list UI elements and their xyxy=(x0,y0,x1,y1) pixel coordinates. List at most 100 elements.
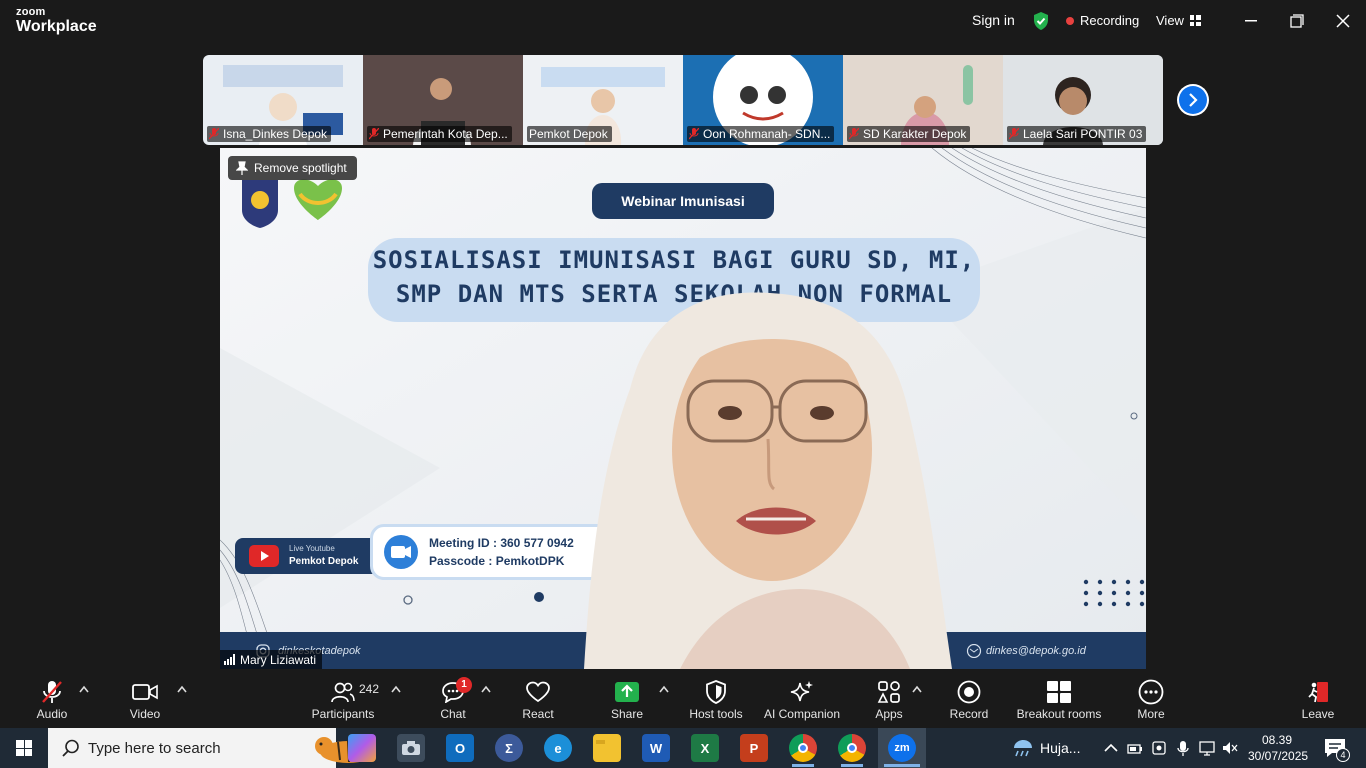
apps-button[interactable]: Apps xyxy=(864,671,914,728)
speaker-figure xyxy=(584,292,952,669)
taskbar-clock[interactable]: 08.39 30/07/2025 xyxy=(1248,732,1308,764)
host-tools-label: Host tools xyxy=(689,707,743,721)
taskbar-chrome-icon[interactable] xyxy=(838,734,866,762)
search-placeholder: Type here to search xyxy=(88,740,221,757)
remove-spotlight-label: Remove spotlight xyxy=(254,161,347,175)
mic-muted-icon xyxy=(689,128,699,140)
breakout-rooms-button[interactable]: Breakout rooms xyxy=(1012,671,1106,728)
participants-button[interactable]: Participants xyxy=(305,671,381,728)
thumbnail-name-tag: SD Karakter Depok xyxy=(847,126,971,142)
microphone-in-use-icon[interactable] xyxy=(1175,740,1191,756)
audio-options-caret-icon[interactable] xyxy=(79,685,89,693)
ai-companion-label: AI Companion xyxy=(763,707,841,721)
windows-start-icon[interactable] xyxy=(16,740,32,756)
chat-options-caret-icon[interactable] xyxy=(481,685,491,693)
notification-center-button[interactable]: 4 xyxy=(1324,738,1350,762)
record-button[interactable]: Record xyxy=(944,671,994,728)
restore-icon xyxy=(1290,14,1304,28)
tray-expand-chevron-icon[interactable] xyxy=(1103,740,1119,756)
participant-thumbnail[interactable]: Isna_Dinkes Depok xyxy=(203,55,363,145)
more-button[interactable]: More xyxy=(1126,671,1176,728)
windows-taskbar: Type here to search O Σ e W X P zm Huja.… xyxy=(0,728,1366,768)
apps-label: Apps xyxy=(875,707,903,721)
taskbar-file-explorer-icon[interactable] xyxy=(593,734,621,762)
taskbar-camera-icon[interactable] xyxy=(397,734,425,762)
mic-muted-icon xyxy=(42,681,62,703)
participants-label: Participants xyxy=(311,707,375,721)
ai-companion-button[interactable]: AI Companion xyxy=(760,671,844,728)
taskbar-copilot-icon[interactable] xyxy=(348,734,376,762)
audio-label: Audio xyxy=(36,707,68,721)
participant-thumbnail-strip: Isna_Dinkes Depok Pemerintah Kota Dep...… xyxy=(203,55,1163,145)
title-bar: zoom Workplace Sign in Recording View xyxy=(0,0,1366,44)
weather-rain-icon[interactable] xyxy=(1010,736,1036,760)
heart-icon xyxy=(526,681,550,703)
leave-button[interactable]: Leave xyxy=(1294,671,1342,728)
taskbar-word-icon[interactable]: W xyxy=(642,734,670,762)
active-app-indicator xyxy=(841,764,863,767)
notification-count: 4 xyxy=(1336,748,1350,762)
meeting-id-text: Meeting ID : 360 577 0942 xyxy=(429,536,574,550)
audio-button[interactable]: Audio xyxy=(26,671,78,728)
close-button[interactable] xyxy=(1333,12,1353,30)
video-options-caret-icon[interactable] xyxy=(177,685,187,693)
participant-thumbnail[interactable]: Laela Sari PONTIR 03 xyxy=(1003,55,1163,145)
record-label: Record xyxy=(949,707,989,721)
thumbnail-name: Pemkot Depok xyxy=(529,127,608,141)
taskbar-app-icon[interactable]: Σ xyxy=(495,734,523,762)
participants-options-caret-icon[interactable] xyxy=(391,685,401,693)
youtube-label: Live Youtube xyxy=(289,544,335,553)
share-button[interactable]: Share xyxy=(602,671,652,728)
taskbar-search-box[interactable]: Type here to search xyxy=(48,728,376,768)
participant-thumbnail[interactable]: Pemkot Depok xyxy=(523,55,683,145)
pin-icon xyxy=(236,161,248,175)
taskbar-powerpoint-icon[interactable]: P xyxy=(740,734,768,762)
youtube-icon xyxy=(249,545,279,567)
mic-muted-icon xyxy=(1009,128,1019,140)
participant-thumbnail[interactable]: Oon Rohmanah- SDN... xyxy=(683,55,843,145)
remove-spotlight-button[interactable]: Remove spotlight xyxy=(228,156,357,180)
taskbar-zoom-app[interactable]: zm xyxy=(878,728,926,768)
clock-time: 08.39 xyxy=(1261,733,1293,747)
security-shield-icon[interactable] xyxy=(1032,11,1050,31)
recording-dot-icon xyxy=(1066,16,1074,25)
weather-text[interactable]: Huja... xyxy=(1040,740,1080,756)
participant-thumbnail[interactable]: Pemerintah Kota Dep... xyxy=(363,55,523,145)
recording-label: Recording xyxy=(1080,13,1140,28)
brand-line2: Workplace xyxy=(16,18,97,35)
speaker-muted-icon[interactable] xyxy=(1222,740,1238,756)
record-icon xyxy=(957,680,981,704)
host-tools-button[interactable]: Host tools xyxy=(684,671,748,728)
share-label: Share xyxy=(610,707,644,721)
taskbar-chrome-icon[interactable] xyxy=(789,734,817,762)
thumbnail-name-tag: Pemerintah Kota Dep... xyxy=(367,126,512,142)
host-shield-icon xyxy=(706,680,726,704)
apps-options-caret-icon[interactable] xyxy=(912,685,922,693)
active-app-indicator xyxy=(792,764,814,767)
recording-indicator[interactable]: Recording xyxy=(1066,13,1139,28)
speaker-name-tag: Mary Liziawati xyxy=(220,650,323,669)
view-button[interactable]: View xyxy=(1156,13,1201,28)
taskbar-excel-icon[interactable]: X xyxy=(691,734,719,762)
share-options-caret-icon[interactable] xyxy=(659,685,669,693)
taskbar-edge-icon[interactable]: e xyxy=(544,734,572,762)
minimize-button[interactable] xyxy=(1241,12,1261,30)
react-button[interactable]: React xyxy=(512,671,564,728)
restore-button[interactable] xyxy=(1287,12,1307,30)
participants-count: 242 xyxy=(359,682,380,696)
battery-icon[interactable] xyxy=(1127,740,1143,756)
video-button[interactable]: Video xyxy=(119,671,171,728)
spotlight-video[interactable]: Remove spotlight Webinar Imunisasi SOSIA… xyxy=(220,148,1146,669)
participants-icon xyxy=(331,682,355,703)
participant-thumbnail[interactable]: SD Karakter Depok xyxy=(843,55,1003,145)
minimize-icon xyxy=(1245,20,1257,22)
camera-in-use-icon[interactable] xyxy=(1151,740,1167,756)
sign-in-link[interactable]: Sign in xyxy=(972,12,1015,28)
speaker-name: Mary Liziawati xyxy=(240,652,317,667)
breakout-rooms-label: Breakout rooms xyxy=(1016,707,1102,721)
next-page-button[interactable] xyxy=(1177,84,1209,116)
network-icon[interactable] xyxy=(1199,740,1215,756)
brand-line1: zoom xyxy=(16,6,46,18)
share-screen-icon xyxy=(615,682,639,702)
taskbar-outlook-icon[interactable]: O xyxy=(446,734,474,762)
